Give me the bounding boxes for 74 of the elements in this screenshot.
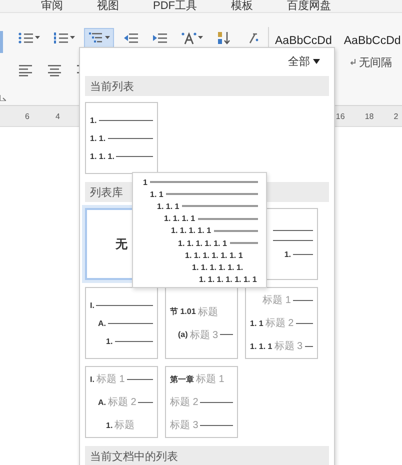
- heading-caption: 标题 1: [262, 294, 291, 307]
- heading-caption: 标题 2: [265, 316, 294, 330]
- bullet-list-icon: [18, 31, 34, 45]
- card-label: 无: [116, 236, 128, 252]
- caret-icon: [35, 36, 40, 40]
- multilevel-list-icon: [88, 31, 104, 45]
- list-style-card[interactable]: I. A. 1.: [85, 287, 158, 359]
- level-number: 1. 1. 1: [157, 202, 180, 211]
- numbered-list-icon: [53, 31, 69, 45]
- heading-caption: 标题 3: [274, 340, 303, 353]
- style-sample[interactable]: AaBbCcDd: [275, 35, 332, 47]
- list-number: 1.: [106, 420, 113, 430]
- menu-tab[interactable]: 百度网盘: [287, 1, 331, 12]
- heading-caption: 标题 1: [96, 372, 125, 386]
- list-number: 1.: [90, 116, 97, 124]
- list-number: 第一章: [170, 374, 194, 384]
- style-name[interactable]: 无间隔: [344, 55, 401, 70]
- list-number: (a): [178, 330, 188, 339]
- level-number: 1. 1. 1. 1. 1. 1. 1: [185, 250, 243, 260]
- menu-tab[interactable]: PDF工具: [153, 1, 197, 12]
- heading-caption: 标题 1: [196, 372, 224, 386]
- list-number: 1.: [284, 250, 291, 258]
- level-number: 1. 1. 1. 1. 1: [171, 226, 212, 236]
- menu-tab[interactable]: 审阅: [41, 1, 63, 12]
- list-style-card[interactable]: 节 1.01 标题 (a) 标题 3: [165, 287, 238, 359]
- ruler-number: 16: [336, 112, 345, 120]
- filter-dropdown[interactable]: 全部: [288, 54, 310, 68]
- ruler-number: 6: [25, 112, 30, 120]
- ruler-number: 4: [55, 112, 60, 120]
- caret-icon: [313, 58, 320, 64]
- heading-caption: 标题 3: [170, 418, 198, 432]
- ruler-number: 18: [364, 112, 374, 120]
- list-number: 1. 1: [250, 318, 264, 328]
- increase-indent-icon: [152, 31, 168, 45]
- list-number: I.: [90, 374, 94, 384]
- return-mark-icon: [350, 59, 356, 66]
- dialog-launcher-icon[interactable]: [0, 95, 6, 101]
- level-number: 1. 1. 1. 1. 1. 1: [178, 238, 227, 248]
- align-center-icon: [47, 63, 63, 77]
- ruler-number: 2: [394, 112, 398, 120]
- menu-tab[interactable]: 视图: [97, 1, 119, 12]
- align-left-icon: [18, 63, 34, 77]
- caret-icon: [70, 36, 75, 40]
- level-number: 1. 1. 1. 1: [164, 214, 196, 224]
- heading-caption: 标题 2: [108, 396, 136, 409]
- multilevel-button[interactable]: [84, 28, 114, 48]
- decrease-indent-icon: [123, 31, 139, 45]
- section-title: 当前列表: [85, 76, 329, 96]
- list-number: A.: [98, 318, 106, 328]
- section-title: 当前文档中的列表: [85, 446, 329, 465]
- heading-caption: 标题 2: [170, 396, 198, 409]
- heading-caption: 标题: [198, 306, 218, 318]
- style-sample[interactable]: AaBbCcDd: [344, 35, 401, 47]
- list-number: 1. 1. 1: [250, 342, 272, 350]
- caret-icon: [198, 36, 203, 40]
- level-number: 1. 1. 1. 1. 1. 1.: [192, 262, 244, 272]
- selected-edge: [0, 31, 3, 53]
- list-style-card[interactable]: 标题 1 1. 1 标题 2 1. 1. 1 标题 3: [245, 287, 318, 359]
- list-number: A.: [98, 398, 106, 406]
- list-number: 1. 1.: [90, 134, 106, 142]
- list-number: 1. 1. 1.: [90, 152, 114, 160]
- level-number: 1. 1: [150, 190, 164, 199]
- heading-caption: 标题 3: [190, 328, 218, 342]
- list-style-card[interactable]: 1. 1. 1. 1. 1. 1.: [85, 102, 158, 174]
- list-number: I.: [90, 300, 94, 310]
- menu-tab[interactable]: 模板: [231, 1, 253, 12]
- list-number: 节 1.01: [170, 306, 196, 317]
- list-style-card[interactable]: 第一章 标题 1 标题 2 标题 3: [165, 366, 238, 438]
- caret-icon: [105, 36, 110, 40]
- list-style-card[interactable]: I. 标题 1 A. 标题 2 1. 标题: [85, 366, 158, 438]
- list-number: 1.: [106, 336, 113, 346]
- heading-caption: 标题: [114, 418, 135, 432]
- sort-icon: [216, 31, 232, 45]
- asian-layout-icon: [181, 31, 197, 45]
